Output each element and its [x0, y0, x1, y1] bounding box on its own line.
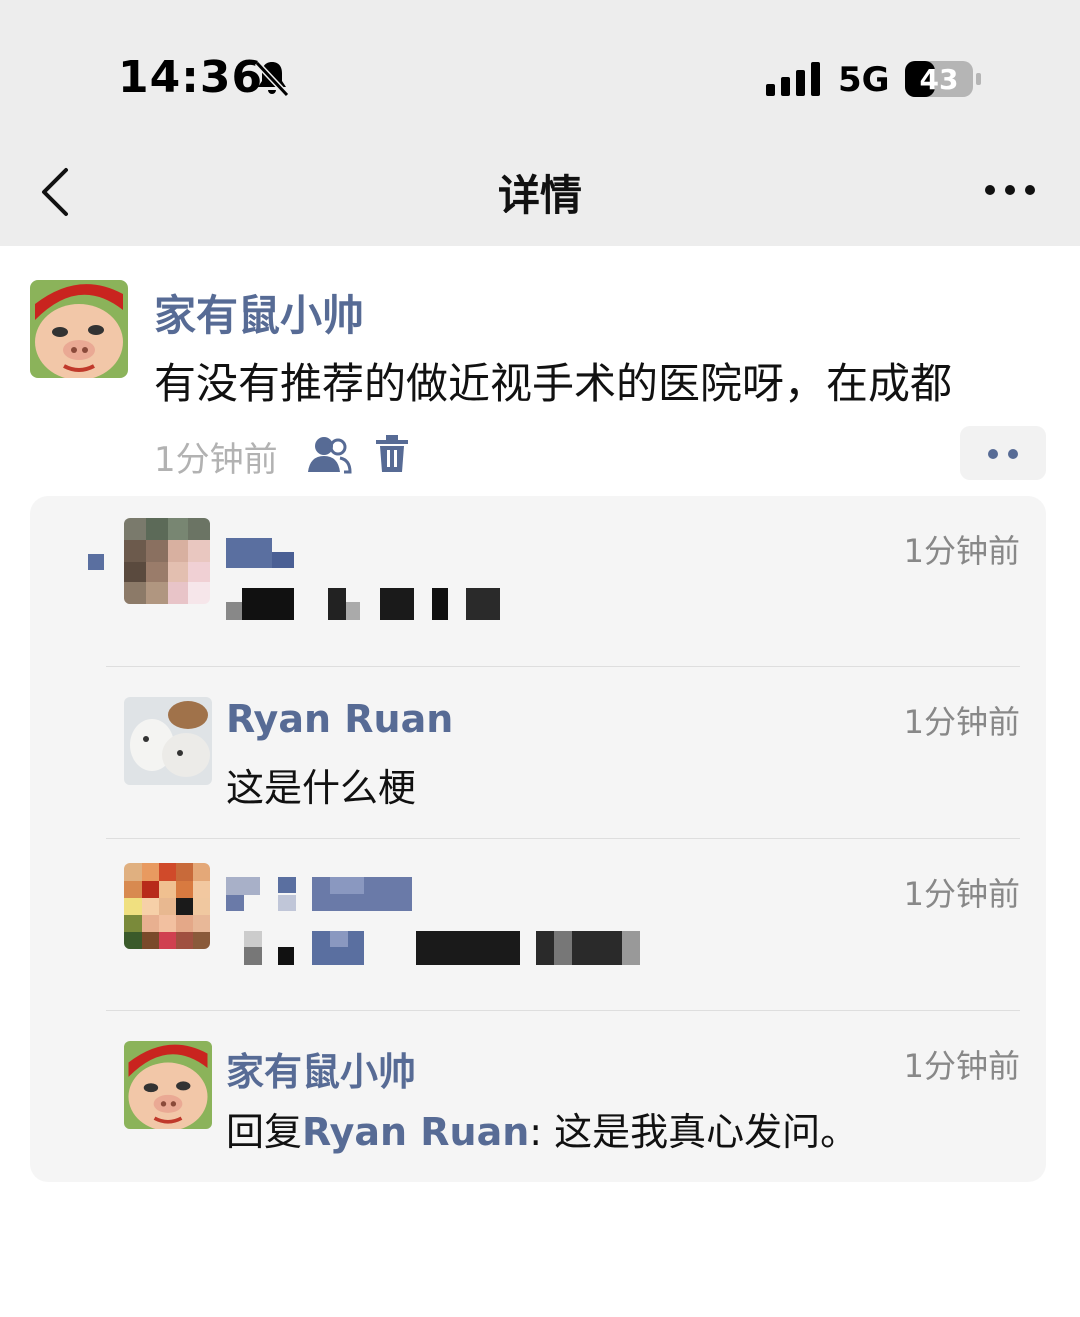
post-time: 1分钟前 [154, 440, 278, 480]
list-item: Ryan Ruan 这是什么梗 1分钟前 [30, 667, 1046, 838]
comment-time: 1分钟前 [903, 875, 1020, 913]
avatar[interactable] [124, 518, 210, 604]
comment-text: 回复Ryan Ruan: 这是我真心发问。 [226, 1101, 858, 1156]
status-time: 14:36 [118, 52, 264, 103]
list-item: 1分钟前 [30, 496, 1046, 666]
battery-icon: 43 [905, 61, 981, 97]
bell-muted-icon [254, 60, 290, 98]
reply-prefix: 回复 [226, 1110, 303, 1154]
battery-level: 43 [920, 63, 959, 96]
comment-text: 这是什么梗 [226, 766, 417, 810]
reply-text: : 这是我真心发问。 [529, 1110, 859, 1154]
pixelated-text [226, 931, 646, 965]
post-author-avatar[interactable] [30, 280, 128, 378]
comment-author[interactable]: Ryan Ruan [226, 697, 453, 741]
more-dots-icon[interactable] [982, 176, 1038, 204]
comment-author[interactable]: 家有鼠小帅 [226, 1041, 416, 1096]
list-item: 家有鼠小帅 回复Ryan Ruan: 这是我真心发问。 1分钟前 [30, 1011, 1046, 1182]
reply-to-user[interactable]: Ryan Ruan [302, 1110, 529, 1154]
post-author-name[interactable]: 家有鼠小帅 [154, 282, 364, 343]
avatar[interactable] [124, 697, 212, 785]
pixelated-fragment [88, 554, 104, 570]
signal-icon [766, 62, 820, 96]
pixelated-text [226, 588, 506, 620]
network-type: 5G [838, 60, 890, 100]
comment-time: 1分钟前 [903, 1047, 1020, 1085]
like-comment-button[interactable] [960, 426, 1046, 480]
comment-list: 1分钟前 Ryan Ruan 这是什么梗 1分钟前 1分钟前 家有鼠小帅 回复R… [30, 496, 1046, 1182]
visibility-friends-icon[interactable] [306, 434, 352, 474]
avatar[interactable] [124, 863, 210, 949]
comment-time: 1分钟前 [903, 532, 1020, 570]
avatar[interactable] [124, 1041, 212, 1129]
page-title: 详情 [497, 171, 582, 220]
comment-time: 1分钟前 [903, 703, 1020, 741]
trash-icon[interactable] [372, 434, 412, 474]
list-item: 1分钟前 [30, 839, 1046, 1010]
post-text: 有没有推荐的做近视手术的医院呀，在成都 [154, 359, 953, 408]
pixelated-name [226, 538, 296, 568]
top-bar: 14:36 5G 43 详情 [0, 0, 1080, 246]
pixelated-name [226, 877, 416, 911]
